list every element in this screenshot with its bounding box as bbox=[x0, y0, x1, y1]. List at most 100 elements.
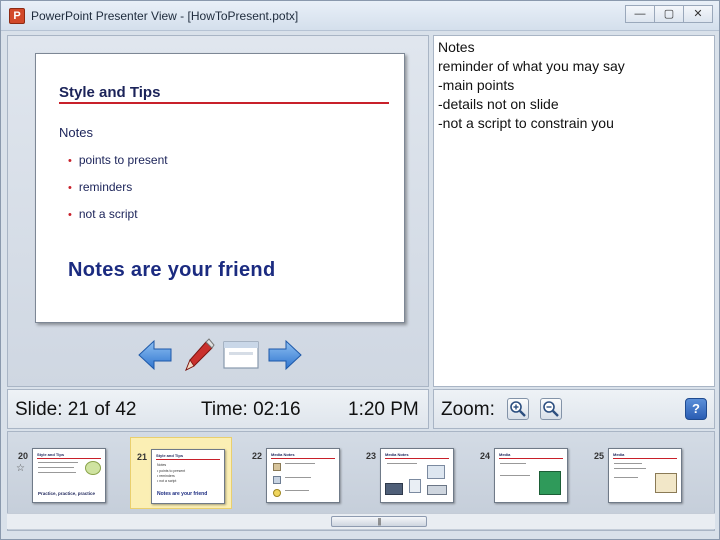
text-line bbox=[38, 472, 76, 473]
thumbnail-line: • reminders bbox=[157, 474, 175, 478]
zoom-bar: Zoom: ? bbox=[433, 389, 715, 429]
slide-title-rule bbox=[59, 102, 389, 104]
thumbnail-line: • not a script bbox=[157, 479, 177, 483]
animation-star-icon: ☆ bbox=[16, 463, 25, 474]
slide-big-text: Notes are your friend bbox=[68, 259, 276, 281]
current-slide-pane: Style and Tips Notes points to present r… bbox=[7, 35, 429, 387]
slide-bullet: points to present bbox=[68, 153, 168, 180]
thumbnail-slide-24[interactable]: 24 Media bbox=[474, 437, 576, 509]
thumbnail-slide-21-current[interactable]: 21 Style and Tips Notes • points to pres… bbox=[130, 437, 232, 509]
thumbnail-rule bbox=[271, 458, 335, 459]
thumbnail-title: Media Notes bbox=[385, 452, 409, 457]
zoom-in-button[interactable] bbox=[507, 398, 529, 420]
text-line bbox=[285, 490, 309, 491]
thumbnail-rule bbox=[499, 458, 563, 459]
thumbnail-line: • points to present bbox=[157, 469, 186, 473]
thumbnail-number: 24 bbox=[480, 451, 491, 461]
thumbnail-rule bbox=[385, 458, 449, 459]
screen-options-icon bbox=[223, 341, 259, 369]
thumbnail-image: Media Notes bbox=[380, 448, 454, 503]
thumbnail-image: Style and Tips Notes • points to present… bbox=[151, 449, 225, 504]
presenter-view-window: P PowerPoint Presenter View - [HowToPres… bbox=[0, 0, 720, 540]
clipart-icon bbox=[385, 483, 403, 495]
next-slide-button[interactable] bbox=[266, 336, 304, 374]
notes-line: -not a script to constrain you bbox=[438, 115, 614, 131]
pen-icon bbox=[185, 338, 215, 372]
thumbnail-rule bbox=[156, 459, 220, 460]
clock-time: 1:20 PM bbox=[348, 399, 419, 420]
thumbnail-title: Media bbox=[499, 452, 511, 457]
text-line bbox=[285, 463, 315, 464]
thumbnail-line: Notes bbox=[157, 463, 167, 467]
right-arrow-icon bbox=[268, 339, 302, 371]
speaker-notes-text: Notes reminder of what you may say -main… bbox=[438, 38, 625, 133]
text-line bbox=[285, 477, 311, 478]
zoom-out-icon bbox=[543, 401, 559, 417]
window-controls: — ▢ ✕ bbox=[625, 5, 713, 23]
thumbnail-big-text: Practice, practice, practice bbox=[38, 491, 96, 496]
clipart-icon bbox=[273, 476, 281, 484]
close-button[interactable]: ✕ bbox=[683, 5, 713, 23]
clipart-icon bbox=[85, 461, 101, 475]
slide-counter: Slide: 21 of 42 bbox=[15, 399, 137, 420]
notes-line: reminder of what you may say bbox=[438, 58, 625, 74]
window-title: PowerPoint Presenter View - [HowToPresen… bbox=[31, 9, 299, 23]
text-line bbox=[614, 468, 646, 469]
thumbnail-image: Media bbox=[494, 448, 568, 503]
thumbnail-number: 20 bbox=[18, 451, 29, 461]
thumbnail-slide-23[interactable]: 23 Media Notes bbox=[360, 437, 462, 509]
pen-tool-button[interactable] bbox=[178, 336, 216, 374]
thumbnail-slide-25[interactable]: 25 Media bbox=[588, 437, 690, 509]
slide-bullet: reminders bbox=[68, 180, 168, 207]
zoom-out-button[interactable] bbox=[540, 398, 562, 420]
slide-title: Style and Tips bbox=[59, 84, 161, 101]
thumbnail-number: 25 bbox=[594, 451, 605, 461]
thumbnail-slide-22[interactable]: 22 Media Notes bbox=[246, 437, 348, 509]
text-line bbox=[500, 475, 530, 476]
clipart-icon bbox=[539, 471, 561, 495]
thumbnail-slide-20[interactable]: 20 ☆ Style and Tips Practice, practice, … bbox=[12, 437, 114, 509]
speaker-notes-pane[interactable]: Notes reminder of what you may say -main… bbox=[433, 35, 715, 387]
notes-line: -details not on slide bbox=[438, 96, 559, 112]
thumbnail-title: Media Notes bbox=[271, 452, 295, 457]
slide-heading: Notes bbox=[59, 125, 93, 140]
slide-navigation bbox=[136, 336, 306, 376]
clipart-icon bbox=[427, 485, 447, 495]
thumbnail-scrollbar[interactable]: ||| bbox=[7, 513, 715, 529]
thumbnail-title: Media bbox=[613, 452, 625, 457]
thumbnail-number: 21 bbox=[137, 452, 148, 462]
notes-line: -main points bbox=[438, 77, 515, 93]
slide-bullet-list: points to present reminders not a script bbox=[68, 153, 168, 234]
thumbnail-big-text: Notes are your friend bbox=[157, 491, 208, 497]
zoom-in-icon bbox=[510, 401, 526, 417]
maximize-button[interactable]: ▢ bbox=[654, 5, 684, 23]
elapsed-time: Time: 02:16 bbox=[201, 399, 301, 420]
left-arrow-icon bbox=[138, 339, 172, 371]
zoom-label: Zoom: bbox=[441, 399, 495, 420]
scrollbar-thumb[interactable]: ||| bbox=[331, 516, 427, 527]
text-line bbox=[500, 463, 526, 464]
thumbnail-image: Media Notes bbox=[266, 448, 340, 503]
thumbnail-number: 23 bbox=[366, 451, 377, 461]
help-button[interactable]: ? bbox=[685, 398, 707, 420]
thumbnail-rule bbox=[613, 458, 677, 459]
title-bar: P PowerPoint Presenter View - [HowToPres… bbox=[1, 1, 719, 31]
notes-line: Notes bbox=[438, 39, 475, 55]
thumbnail-rule bbox=[37, 458, 101, 459]
previous-slide-button[interactable] bbox=[136, 336, 174, 374]
powerpoint-icon: P bbox=[9, 8, 25, 24]
minimize-button[interactable]: — bbox=[625, 5, 655, 23]
clipart-icon bbox=[273, 463, 281, 471]
current-slide[interactable]: Style and Tips Notes points to present r… bbox=[35, 53, 405, 323]
clipart-icon bbox=[655, 473, 677, 493]
text-line bbox=[614, 477, 638, 478]
slide-bullet: not a script bbox=[68, 207, 168, 234]
thumbnail-title: Style and Tips bbox=[37, 452, 65, 457]
text-line bbox=[614, 463, 642, 464]
screen-options-button[interactable] bbox=[222, 336, 260, 374]
thumbnail-title: Style and Tips bbox=[156, 453, 184, 458]
clipart-icon bbox=[427, 465, 445, 479]
text-line bbox=[38, 467, 74, 468]
presentation-status-bar: Slide: 21 of 42 Time: 02:16 1:20 PM bbox=[7, 389, 429, 429]
thumbnail-image: Media bbox=[608, 448, 682, 503]
